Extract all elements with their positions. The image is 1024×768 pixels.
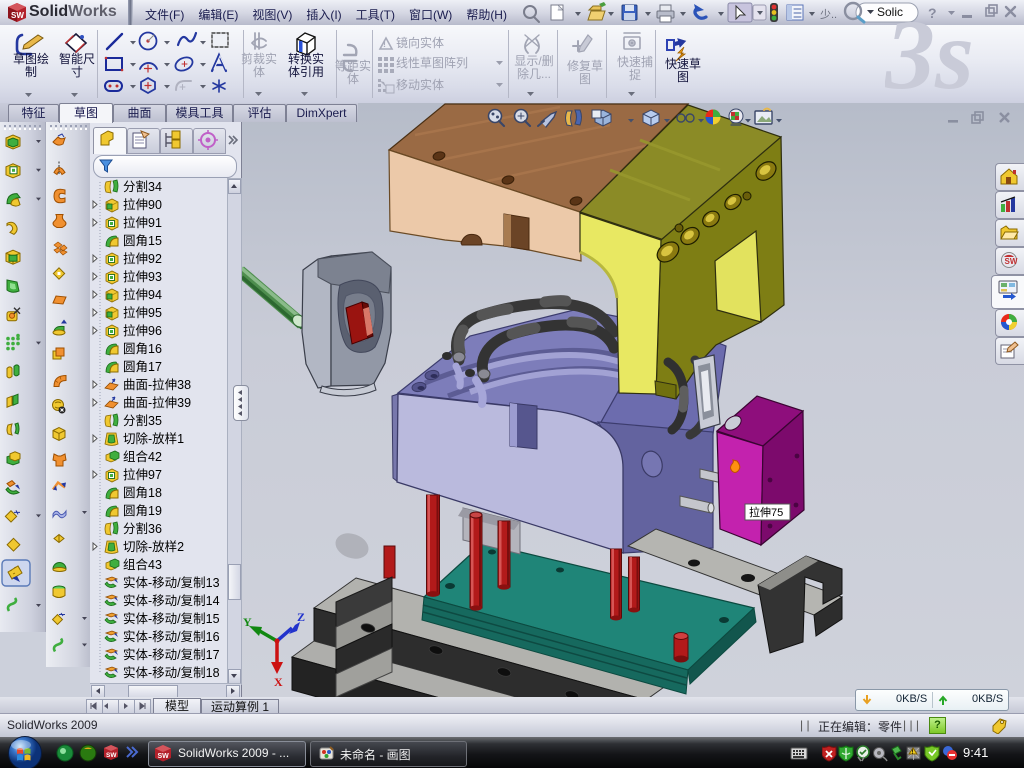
- svg-text:实体-移动/复制16: 实体-移动/复制16: [123, 629, 220, 644]
- svg-text:实体-移动/复制15: 实体-移动/复制15: [123, 611, 220, 626]
- svg-text:拉伸96: 拉伸96: [123, 323, 162, 338]
- svg-text:实体-移动/复制13: 实体-移动/复制13: [123, 575, 220, 590]
- svg-text:!: !: [383, 39, 386, 49]
- svg-text:拉伸95: 拉伸95: [123, 305, 162, 320]
- svg-text:组合43: 组合43: [123, 557, 162, 572]
- svg-text:SW: SW: [1005, 257, 1018, 266]
- svg-text:X: X: [274, 675, 283, 689]
- svg-text:拉伸97: 拉伸97: [123, 467, 162, 482]
- svg-text:实体-移动/复制18: 实体-移动/复制18: [123, 665, 220, 680]
- svg-text:拉伸93: 拉伸93: [123, 269, 162, 284]
- svg-text:分割35: 分割35: [123, 413, 162, 428]
- svg-text:组合42: 组合42: [123, 449, 162, 464]
- svg-text:切除-放样1: 切除-放样1: [123, 431, 184, 446]
- svg-text:!: !: [912, 750, 914, 756]
- svg-text:少..: 少..: [820, 8, 837, 21]
- svg-text:分割36: 分割36: [123, 521, 162, 536]
- svg-text:切除-放样2: 切除-放样2: [123, 539, 184, 554]
- svg-text:SW: SW: [106, 752, 117, 759]
- svg-text:分割34: 分割34: [123, 179, 162, 194]
- svg-text:圆角16: 圆角16: [123, 342, 162, 356]
- svg-text:拉伸92: 拉伸92: [123, 251, 162, 266]
- svg-text:拉伸94: 拉伸94: [123, 287, 162, 302]
- svg-text:圆角15: 圆角15: [123, 234, 162, 248]
- svg-text:拉伸91: 拉伸91: [123, 215, 162, 230]
- svg-text:SW: SW: [158, 753, 170, 760]
- svg-text:圆角18: 圆角18: [123, 486, 162, 500]
- svg-text:Y: Y: [243, 615, 252, 629]
- svg-text:曲面-拉伸39: 曲面-拉伸39: [123, 395, 191, 410]
- svg-text:拉伸75: 拉伸75: [749, 505, 783, 519]
- svg-text:实体-移动/复制14: 实体-移动/复制14: [123, 593, 220, 608]
- svg-text:曲面-拉伸38: 曲面-拉伸38: [123, 377, 191, 392]
- svg-text:实体-移动/复制17: 实体-移动/复制17: [123, 647, 220, 662]
- svg-text:Z: Z: [297, 610, 305, 624]
- svg-text:圆角17: 圆角17: [123, 360, 162, 374]
- svg-text:圆角19: 圆角19: [123, 504, 162, 518]
- svg-text:拉伸90: 拉伸90: [123, 197, 162, 212]
